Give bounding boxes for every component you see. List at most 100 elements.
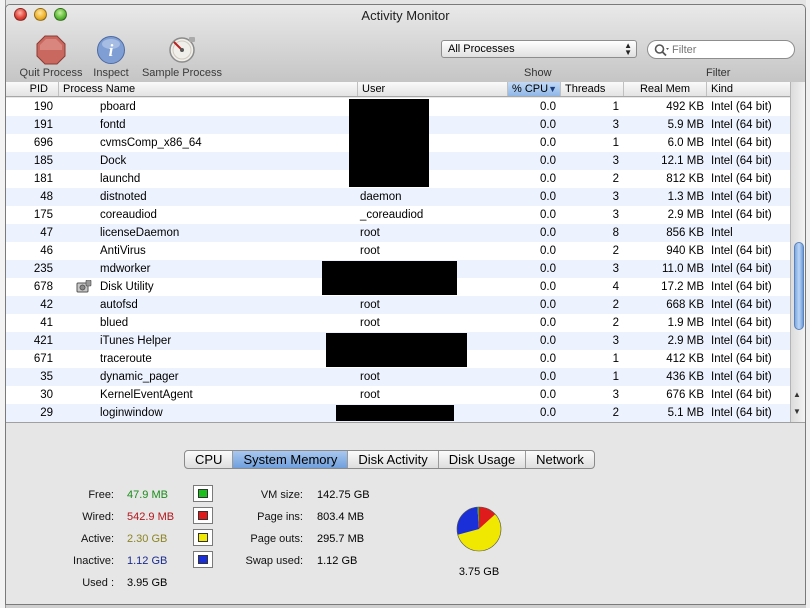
show-processes-select[interactable]: All Processes ▲ ▼ xyxy=(441,40,637,58)
show-select-value: All Processes xyxy=(448,43,515,55)
threads-cell: 1 xyxy=(612,371,619,383)
threads-cell: 3 xyxy=(612,263,619,275)
process-name-cell: loginwindow xyxy=(100,407,163,419)
redacted-user-block xyxy=(322,261,457,295)
real-mem-cell: 1.3 MB xyxy=(667,191,704,203)
threads-cell: 3 xyxy=(612,119,619,131)
user-cell: root xyxy=(360,227,380,239)
kind-cell: Intel (64 bit) xyxy=(711,191,772,203)
real-mem-cell: 856 KB xyxy=(666,227,704,239)
process-name-cell: traceroute xyxy=(100,353,152,365)
column-header-cpu[interactable]: % CPU ▼ xyxy=(508,82,561,96)
user-cell: daemon xyxy=(360,191,402,203)
kind-cell: Intel (64 bit) xyxy=(711,407,772,419)
column-header-threads[interactable]: Threads xyxy=(561,82,624,96)
cpu-cell: 0.0 xyxy=(540,353,556,365)
table-row[interactable]: 175 coreaudiod _coreaudiod 0.0 3 2.9 MB Intel … xyxy=(6,206,790,224)
wired-value: 542.9 MB xyxy=(127,511,175,523)
cpu-cell: 0.0 xyxy=(540,335,556,347)
page-outs-value: 295.7 MB xyxy=(317,533,365,545)
column-header-kind[interactable]: Kind xyxy=(707,82,790,96)
threads-cell: 3 xyxy=(612,209,619,221)
process-name-cell: cvmsComp_x86_64 xyxy=(100,137,202,149)
scroll-down-arrow-icon[interactable]: ▼ xyxy=(793,407,801,416)
vertical-scrollbar[interactable]: ▲ ▼ xyxy=(790,82,805,422)
real-mem-cell: 6.0 MB xyxy=(667,137,704,149)
process-name-cell: mdworker xyxy=(100,263,151,275)
gauge-icon xyxy=(169,37,195,63)
column-header-pid[interactable]: PID xyxy=(6,82,59,96)
threads-cell: 4 xyxy=(612,281,619,293)
filter-input[interactable] xyxy=(672,43,787,57)
tab-disk-usage[interactable]: Disk Usage xyxy=(439,451,527,468)
real-mem-cell: 17.2 MB xyxy=(661,281,704,293)
process-name-cell: coreaudiod xyxy=(100,209,157,221)
process-table: 190 pboard 0.0 1 492 KB Intel (64 bit) 191 font… xyxy=(6,98,790,422)
pid-cell: 181 xyxy=(33,173,53,185)
inactive-label: Inactive: xyxy=(73,555,114,567)
table-row[interactable]: 35 dynamic_pager root 0.0 1 436 KB Intel (64 b… xyxy=(6,368,790,386)
user-cell: _coreaudiod xyxy=(360,209,424,221)
cpu-cell: 0.0 xyxy=(540,263,556,275)
kind-cell: Intel (64 bit) xyxy=(711,281,772,293)
pid-cell: 47 xyxy=(40,227,53,239)
pid-cell: 29 xyxy=(40,407,53,419)
memory-pie-chart xyxy=(456,506,502,552)
real-mem-cell: 668 KB xyxy=(666,299,704,311)
tab-cpu[interactable]: CPU xyxy=(185,451,234,468)
column-header-cpu-label: % CPU xyxy=(512,83,549,95)
cpu-cell: 0.0 xyxy=(540,407,556,419)
background-strip-right xyxy=(806,0,810,608)
real-mem-cell: 436 KB xyxy=(666,371,704,383)
swap-used-label: Swap used: xyxy=(245,555,303,567)
tab-network[interactable]: Network xyxy=(526,451,594,468)
threads-cell: 3 xyxy=(612,389,619,401)
real-mem-cell: 812 KB xyxy=(666,173,704,185)
table-row[interactable]: 48 distnoted daemon 0.0 3 1.3 MB Intel (64 bit… xyxy=(6,188,790,206)
table-row[interactable]: 41 blued root 0.0 2 1.9 MB Intel (64 bit) xyxy=(6,314,790,332)
show-label: Show xyxy=(524,67,552,79)
kind-cell: Intel (64 bit) xyxy=(711,317,772,329)
table-row[interactable]: 42 autofsd root 0.0 2 668 KB Intel (64 bit) xyxy=(6,296,790,314)
cpu-cell: 0.0 xyxy=(540,119,556,131)
column-header-real-mem[interactable]: Real Mem xyxy=(624,82,707,96)
table-row[interactable]: 30 KernelEventAgent root 0.0 3 676 KB Intel (6… xyxy=(6,386,790,404)
threads-cell: 1 xyxy=(612,101,619,113)
threads-cell: 3 xyxy=(612,335,619,347)
table-row[interactable]: 47 licenseDaemon root 0.0 8 856 KB Intel xyxy=(6,224,790,242)
cpu-cell: 0.0 xyxy=(540,227,556,239)
real-mem-cell: 2.9 MB xyxy=(667,335,704,347)
kind-cell: Intel (64 bit) xyxy=(711,155,772,167)
window-title: Activity Monitor xyxy=(361,8,450,23)
table-header: PID Process Name User % CPU ▼ Threads Re… xyxy=(6,82,790,97)
pid-cell: 46 xyxy=(40,245,53,257)
vm-size-value: 142.75 GB xyxy=(317,489,370,501)
column-header-process-name[interactable]: Process Name xyxy=(59,82,358,96)
table-row[interactable]: 46 AntiVirus root 0.0 2 940 KB Intel (64 bit) xyxy=(6,242,790,260)
pid-cell: 421 xyxy=(33,335,53,347)
total-memory-value: 3.75 GB xyxy=(458,566,500,578)
used-label: Used : xyxy=(82,577,114,589)
user-cell: root xyxy=(360,245,380,257)
cpu-cell: 0.0 xyxy=(540,245,556,257)
scroll-up-arrow-icon[interactable]: ▲ xyxy=(793,390,801,399)
scrollbar-thumb[interactable] xyxy=(794,242,804,330)
kind-cell: Intel (64 bit) xyxy=(711,335,772,347)
page-ins-label: Page ins: xyxy=(257,511,303,523)
quit-process-label: Quit Process xyxy=(19,67,83,79)
real-mem-cell: 412 KB xyxy=(666,353,704,365)
pid-cell: 175 xyxy=(33,209,53,221)
tab-system-memory[interactable]: System Memory xyxy=(233,451,349,468)
cpu-cell: 0.0 xyxy=(540,209,556,221)
active-label: Active: xyxy=(80,533,114,545)
tab-disk-activity[interactable]: Disk Activity xyxy=(348,451,439,468)
filter-search-field[interactable] xyxy=(647,40,795,59)
page-outs-label: Page outs: xyxy=(250,533,303,545)
page-ins-value: 803.4 MB xyxy=(317,511,365,523)
column-header-user[interactable]: User xyxy=(358,82,508,96)
redacted-user-block xyxy=(336,405,454,421)
cpu-cell: 0.0 xyxy=(540,317,556,329)
user-cell: root xyxy=(360,299,380,311)
real-mem-cell: 2.9 MB xyxy=(667,209,704,221)
swap-used-value: 1.12 GB xyxy=(317,555,358,567)
